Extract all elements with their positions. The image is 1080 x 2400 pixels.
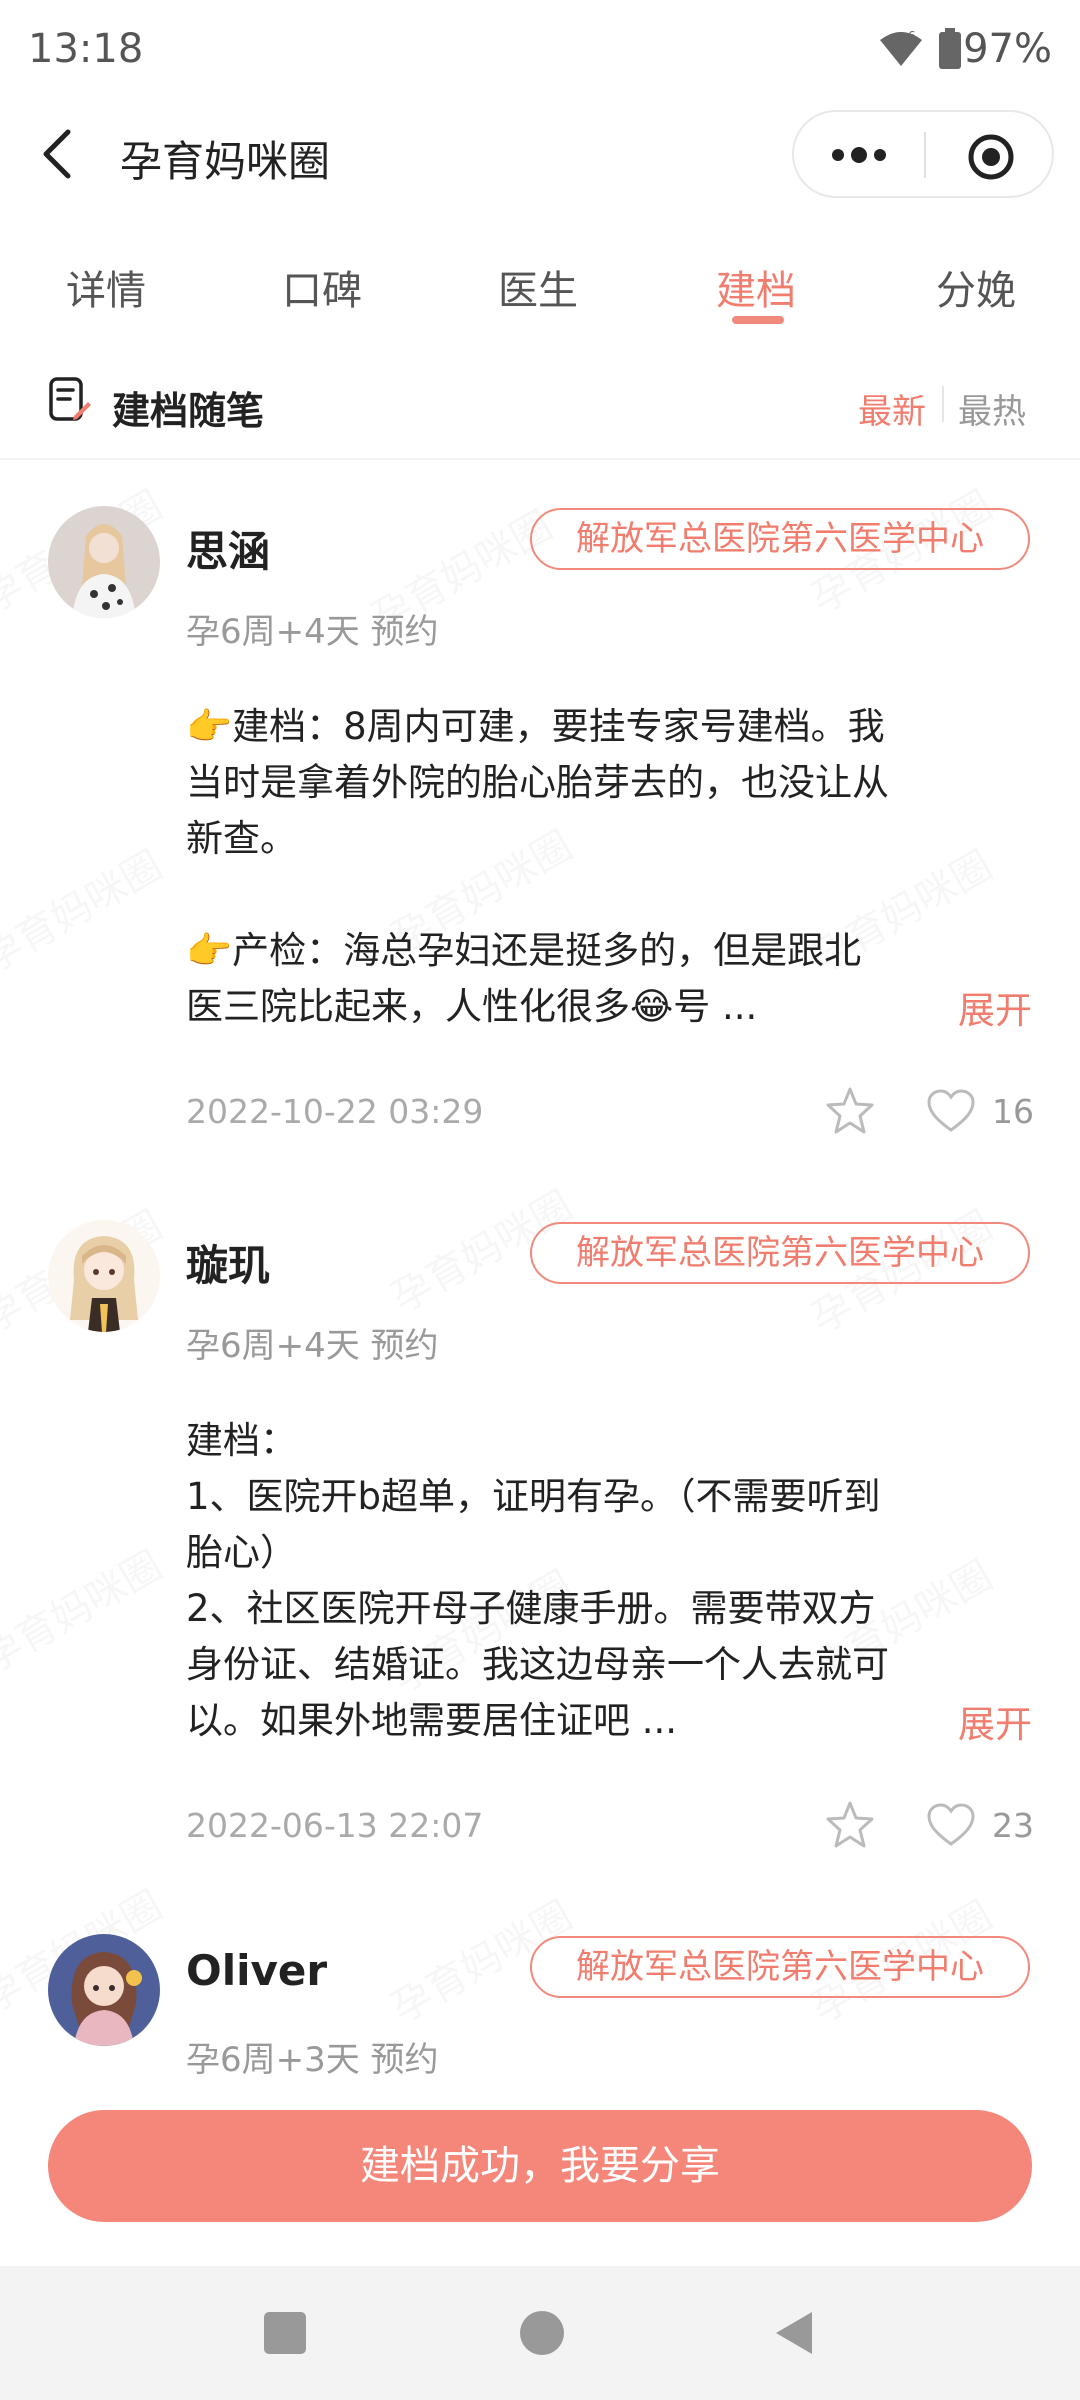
post-date: 2022-10-22 03:29 <box>186 1092 484 1131</box>
more-icon[interactable] <box>830 140 888 170</box>
post-content-line: 胎心） <box>186 1531 297 1574</box>
avatar[interactable] <box>48 1934 160 2046</box>
post-content-line: 身份证、结婚证。我这边母亲一个人去就可 <box>186 1643 889 1686</box>
post-username[interactable]: 璇玑 <box>186 1232 270 1293</box>
hospital-badge[interactable]: 解放军总医院第六医学中心 <box>530 508 1030 570</box>
tab-active-indicator <box>732 316 784 324</box>
post-date: 2022-06-13 22:07 <box>186 1806 484 1845</box>
post-card[interactable]: 思涵 解放军总医院第六医学中心 孕6周+4天 预约 👉建档：8周内可建，要挂专家… <box>0 490 1080 1160</box>
tab-doctors[interactable]: 医生 <box>448 258 628 316</box>
post-card[interactable]: Oliver 解放军总医院第六医学中心 孕6周+3天 预约 <box>0 1918 1080 2098</box>
hospital-badge[interactable]: 解放军总医院第六医学中心 <box>530 1222 1030 1284</box>
like-count: 23 <box>992 1806 1034 1845</box>
tab-reviews[interactable]: 口碑 <box>232 258 412 316</box>
post-content-line: 以。如果外地需要居住证吧 ... <box>186 1699 678 1742</box>
tab-registration[interactable]: 建档 <box>666 258 846 316</box>
system-nav-bar <box>0 2266 1080 2400</box>
hospital-badge[interactable]: 解放军总医院第六医学中心 <box>530 1936 1030 1998</box>
heart-icon[interactable] <box>926 1802 976 1848</box>
capsule-divider <box>924 132 926 178</box>
page-title: 孕育妈咪圈 <box>120 137 331 186</box>
post-username[interactable]: Oliver <box>186 1946 327 1995</box>
post-content-line: 👉产检：海总孕妇还是挺多的，但是跟北 <box>186 929 862 972</box>
divider <box>0 458 1080 460</box>
post-card[interactable]: 璇玑 解放军总医院第六医学中心 孕6周+4天 预约 建档： 1、医院开b超单，证… <box>0 1204 1080 1874</box>
notes-icon <box>49 377 91 421</box>
close-target-icon[interactable] <box>966 132 1016 182</box>
post-content-line: 当时是拿着外院的胎心胎芽去的，也没让从 <box>186 761 889 804</box>
avatar[interactable] <box>48 506 160 618</box>
expand-link[interactable]: 展开 <box>958 980 1032 1034</box>
tab-delivery[interactable]: 分娩 <box>886 258 1066 316</box>
heart-icon[interactable] <box>926 1088 976 1134</box>
like-count: 16 <box>992 1092 1034 1131</box>
post-meta: 孕6周+4天 预约 <box>186 1326 439 1366</box>
expand-link[interactable]: 展开 <box>958 1694 1032 1748</box>
post-content-line: 2、社区医院开母子健康手册。需要带双方 <box>186 1587 876 1630</box>
sort-divider <box>942 386 944 422</box>
sort-newest-button[interactable]: 最新 <box>858 384 926 433</box>
post-username[interactable]: 思涵 <box>186 518 270 579</box>
post-content-line: 👉建档：8周内可建，要挂专家号建档。我 <box>186 705 885 748</box>
back-icon[interactable] <box>772 2310 814 2356</box>
back-arrow-icon[interactable] <box>40 128 76 180</box>
battery-percentage: 97% <box>963 26 1052 72</box>
wifi-icon: 6 <box>880 29 922 66</box>
section-title: 建档随笔 <box>112 389 265 433</box>
star-icon[interactable] <box>824 1086 876 1136</box>
post-meta: 孕6周+3天 预约 <box>186 2040 439 2080</box>
post-content-line: 建档： <box>186 1419 297 1462</box>
recents-icon[interactable] <box>264 2312 306 2354</box>
post-meta: 孕6周+4天 预约 <box>186 612 439 652</box>
sort-hottest-button[interactable]: 最热 <box>958 384 1026 433</box>
status-time: 13:18 <box>28 26 144 72</box>
tab-details[interactable]: 详情 <box>16 258 196 316</box>
post-content-line: 医三院比起来，人性化很多😂号 ... <box>186 985 758 1028</box>
status-bar: 13:18 6 97% <box>0 0 1080 100</box>
star-icon[interactable] <box>824 1800 876 1850</box>
battery-icon <box>939 28 961 69</box>
post-content-line: 新查。 <box>186 817 297 860</box>
svg-text:6: 6 <box>908 29 916 43</box>
post-content-line: 1、医院开b超单，证明有孕。（不需要听到 <box>186 1475 881 1518</box>
home-icon[interactable] <box>520 2311 564 2355</box>
share-registration-button[interactable]: 建档成功，我要分享 <box>48 2110 1032 2222</box>
avatar[interactable] <box>48 1220 160 1332</box>
mini-program-capsule <box>792 110 1054 198</box>
